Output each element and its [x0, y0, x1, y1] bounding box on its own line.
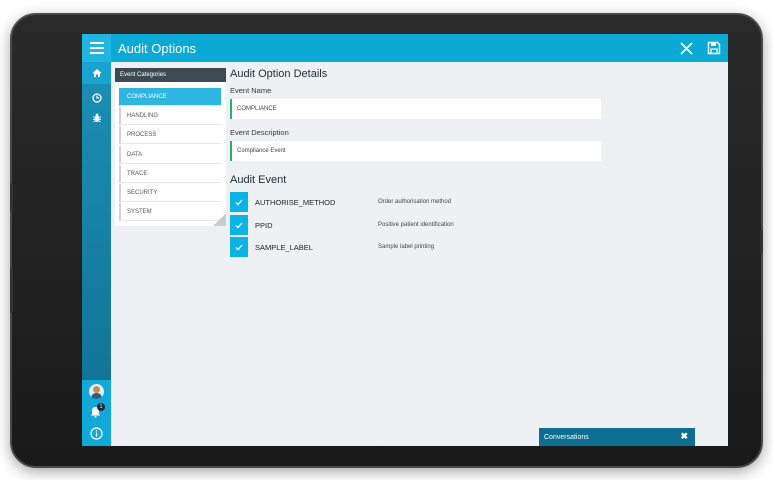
hamburger-icon [89, 42, 104, 44]
event-description: Order authorisation method [378, 199, 452, 205]
details-title: Audit Option Details [230, 68, 328, 80]
check-icon [235, 199, 243, 205]
tablet-side-button [10, 183, 13, 211]
audit-event-row: SAMPLE_LABEL Sample label printing [230, 237, 610, 257]
clock-icon [91, 93, 102, 103]
hamburger-icon [89, 47, 104, 49]
event-name: AUTHORISE_METHOD [255, 197, 336, 207]
event-name: SAMPLE_LABEL [255, 242, 313, 252]
event-checkbox[interactable] [230, 237, 248, 257]
category-process[interactable]: PROCESS [119, 126, 221, 145]
info-button[interactable] [90, 427, 103, 440]
nav-debug[interactable] [82, 107, 111, 129]
category-list: COMPLIANCE HANDLING PROCESS DATA TRACE S… [115, 88, 226, 222]
check-icon [235, 222, 243, 228]
home-icon [92, 69, 101, 77]
resize-handle[interactable] [213, 213, 226, 226]
category-data[interactable]: DATA [119, 145, 221, 164]
tablet-side-button [760, 230, 763, 254]
app-screen: Audit Options 1 Event Categories COMPLIA… [82, 34, 728, 446]
save-button[interactable] [700, 34, 728, 62]
conversations-bar[interactable]: Conversations ✖ [539, 428, 695, 446]
category-handling[interactable]: HANDLING [119, 107, 221, 126]
check-icon [235, 244, 243, 250]
close-icon[interactable]: ✖ [680, 431, 688, 442]
event-categories-panel: Event Categories COMPLIANCE HANDLING PRO… [115, 68, 226, 226]
event-name: PPID [255, 220, 273, 230]
event-description-field[interactable]: Compliance Event [230, 141, 601, 161]
event-name-label: Event Name [230, 86, 272, 95]
nav-history[interactable] [82, 87, 111, 109]
notifications-button[interactable]: 1 [90, 403, 105, 418]
audit-option-details: Audit Option Details Event Name COMPLIAN… [230, 68, 610, 170]
audit-event-title: Audit Event [230, 174, 287, 186]
event-name-field[interactable]: COMPLIANCE [230, 99, 601, 119]
hamburger-icon [89, 52, 104, 54]
category-system[interactable]: SYSTEM [119, 203, 221, 222]
category-security[interactable]: SECURITY [119, 183, 221, 202]
bug-icon [92, 113, 101, 123]
panel-header: Event Categories [115, 68, 226, 82]
audit-event-row: PPID Positive patient identification [230, 215, 610, 235]
audit-event-row: AUTHORISE_METHOD Order authorisation met… [230, 192, 610, 212]
left-nav-footer: 1 [82, 380, 111, 446]
menu-button[interactable] [82, 34, 111, 62]
avatar[interactable] [89, 384, 104, 399]
nav-home[interactable] [82, 62, 111, 84]
notification-badge: 1 [97, 403, 105, 411]
tablet-side-button [10, 267, 13, 313]
save-icon [707, 41, 721, 55]
event-checkbox[interactable] [230, 192, 248, 212]
left-nav: 1 [82, 62, 111, 446]
event-description: Positive patient identification [378, 222, 454, 228]
event-description: Sample label printing [378, 244, 435, 250]
top-bar: Audit Options [82, 34, 728, 62]
page-title: Audit Options [118, 40, 197, 56]
category-compliance[interactable]: COMPLIANCE [119, 88, 221, 106]
info-icon [90, 427, 103, 440]
close-icon [679, 41, 693, 55]
event-checkbox[interactable] [230, 215, 248, 235]
close-button[interactable] [672, 34, 700, 62]
conversations-label: Conversations [544, 433, 589, 441]
category-trace[interactable]: TRACE [119, 164, 221, 183]
event-description-label: Event Description [230, 128, 289, 137]
